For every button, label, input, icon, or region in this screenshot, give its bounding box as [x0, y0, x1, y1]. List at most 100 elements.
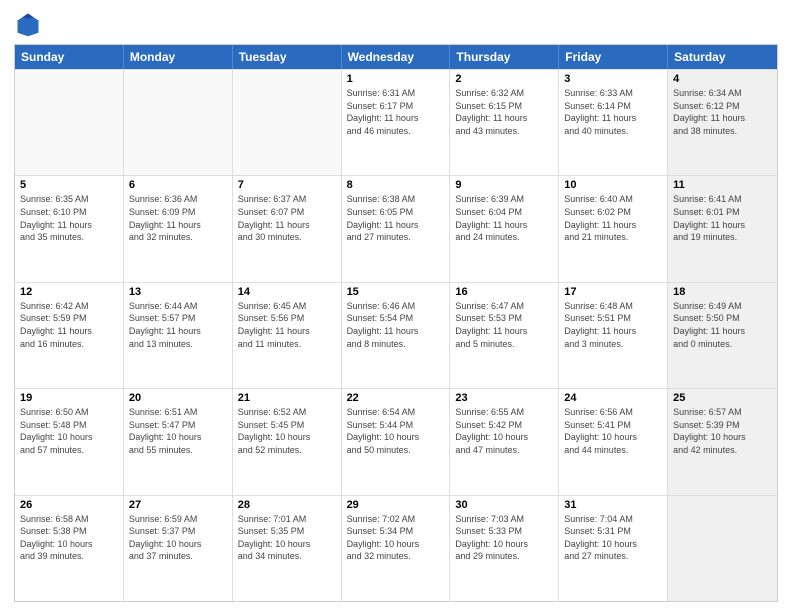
cell-line: Sunset: 5:53 PM — [455, 312, 553, 325]
cell-line: Daylight: 11 hours — [455, 112, 553, 125]
cell-line: Daylight: 10 hours — [564, 538, 662, 551]
cell-line: Sunrise: 6:56 AM — [564, 406, 662, 419]
cell-line: Daylight: 10 hours — [347, 431, 445, 444]
header-cell-thursday: Thursday — [450, 45, 559, 69]
day-number: 9 — [455, 179, 553, 191]
day-number: 1 — [347, 73, 445, 85]
cell-line: and 50 minutes. — [347, 444, 445, 457]
cell-line: Sunset: 6:09 PM — [129, 206, 227, 219]
cell-line: and 19 minutes. — [673, 231, 772, 244]
cell-line: Sunrise: 6:38 AM — [347, 193, 445, 206]
cell-line: Daylight: 11 hours — [564, 325, 662, 338]
header-cell-monday: Monday — [124, 45, 233, 69]
day-number: 27 — [129, 499, 227, 511]
cell-line: and 34 minutes. — [238, 550, 336, 563]
cell-line: Sunset: 5:42 PM — [455, 419, 553, 432]
cell-line: Daylight: 10 hours — [455, 431, 553, 444]
day-number: 20 — [129, 392, 227, 404]
day-number: 11 — [673, 179, 772, 191]
cell-line: Daylight: 10 hours — [20, 431, 118, 444]
cell-line: Daylight: 11 hours — [455, 219, 553, 232]
cell-line: Daylight: 11 hours — [129, 219, 227, 232]
cal-cell: 6Sunrise: 6:36 AMSunset: 6:09 PMDaylight… — [124, 176, 233, 281]
cell-line: Sunset: 6:14 PM — [564, 100, 662, 113]
cell-line: Sunrise: 6:59 AM — [129, 513, 227, 526]
cal-cell: 29Sunrise: 7:02 AMSunset: 5:34 PMDayligh… — [342, 496, 451, 601]
cell-line: Sunset: 5:45 PM — [238, 419, 336, 432]
cell-line: Sunrise: 6:45 AM — [238, 300, 336, 313]
header-cell-wednesday: Wednesday — [342, 45, 451, 69]
day-number: 3 — [564, 73, 662, 85]
cell-line: Sunset: 6:01 PM — [673, 206, 772, 219]
cal-cell: 22Sunrise: 6:54 AMSunset: 5:44 PMDayligh… — [342, 389, 451, 494]
day-number: 7 — [238, 179, 336, 191]
cell-line: and 13 minutes. — [129, 338, 227, 351]
cell-line: and 29 minutes. — [455, 550, 553, 563]
cell-line: Sunset: 5:51 PM — [564, 312, 662, 325]
cell-line: Sunset: 5:56 PM — [238, 312, 336, 325]
cell-line: Daylight: 11 hours — [564, 112, 662, 125]
cell-line: and 21 minutes. — [564, 231, 662, 244]
day-number: 5 — [20, 179, 118, 191]
day-number: 4 — [673, 73, 772, 85]
cell-line: Daylight: 11 hours — [347, 325, 445, 338]
week-row-2: 12Sunrise: 6:42 AMSunset: 5:59 PMDayligh… — [15, 282, 777, 388]
day-number: 12 — [20, 286, 118, 298]
cell-line: Sunset: 5:31 PM — [564, 525, 662, 538]
cell-line: Sunrise: 6:48 AM — [564, 300, 662, 313]
cal-cell: 1Sunrise: 6:31 AMSunset: 6:17 PMDaylight… — [342, 70, 451, 175]
cal-cell: 11Sunrise: 6:41 AMSunset: 6:01 PMDayligh… — [668, 176, 777, 281]
day-number: 19 — [20, 392, 118, 404]
cell-line: Daylight: 10 hours — [238, 538, 336, 551]
cal-cell — [668, 496, 777, 601]
cal-cell: 13Sunrise: 6:44 AMSunset: 5:57 PMDayligh… — [124, 283, 233, 388]
cell-line: Sunrise: 6:54 AM — [347, 406, 445, 419]
cal-cell: 5Sunrise: 6:35 AMSunset: 6:10 PMDaylight… — [15, 176, 124, 281]
cell-line: Sunrise: 6:35 AM — [20, 193, 118, 206]
day-number: 23 — [455, 392, 553, 404]
cell-line: Sunset: 6:04 PM — [455, 206, 553, 219]
cal-cell: 8Sunrise: 6:38 AMSunset: 6:05 PMDaylight… — [342, 176, 451, 281]
cal-cell: 9Sunrise: 6:39 AMSunset: 6:04 PMDaylight… — [450, 176, 559, 281]
cell-line: and 37 minutes. — [129, 550, 227, 563]
cell-line: Sunset: 5:54 PM — [347, 312, 445, 325]
cal-cell: 23Sunrise: 6:55 AMSunset: 5:42 PMDayligh… — [450, 389, 559, 494]
cal-cell: 28Sunrise: 7:01 AMSunset: 5:35 PMDayligh… — [233, 496, 342, 601]
cell-line: Sunset: 5:35 PM — [238, 525, 336, 538]
week-row-0: 1Sunrise: 6:31 AMSunset: 6:17 PMDaylight… — [15, 69, 777, 175]
cal-cell — [124, 70, 233, 175]
cal-cell: 25Sunrise: 6:57 AMSunset: 5:39 PMDayligh… — [668, 389, 777, 494]
day-number: 18 — [673, 286, 772, 298]
cell-line: and 42 minutes. — [673, 444, 772, 457]
cell-line: and 8 minutes. — [347, 338, 445, 351]
cell-line: and 32 minutes. — [347, 550, 445, 563]
cell-line: Sunrise: 6:46 AM — [347, 300, 445, 313]
day-number: 24 — [564, 392, 662, 404]
cal-cell: 4Sunrise: 6:34 AMSunset: 6:12 PMDaylight… — [668, 70, 777, 175]
day-number: 26 — [20, 499, 118, 511]
cell-line: and 43 minutes. — [455, 125, 553, 138]
cell-line: Sunrise: 6:40 AM — [564, 193, 662, 206]
cell-line: and 27 minutes. — [564, 550, 662, 563]
cal-cell: 21Sunrise: 6:52 AMSunset: 5:45 PMDayligh… — [233, 389, 342, 494]
cell-line: Daylight: 10 hours — [129, 538, 227, 551]
cell-line: and 5 minutes. — [455, 338, 553, 351]
cell-line: and 52 minutes. — [238, 444, 336, 457]
cell-line: Daylight: 10 hours — [238, 431, 336, 444]
cell-line: Sunrise: 6:31 AM — [347, 87, 445, 100]
cell-line: and 30 minutes. — [238, 231, 336, 244]
header-cell-sunday: Sunday — [15, 45, 124, 69]
week-row-3: 19Sunrise: 6:50 AMSunset: 5:48 PMDayligh… — [15, 388, 777, 494]
cell-line: Sunrise: 6:44 AM — [129, 300, 227, 313]
logo-icon — [14, 10, 42, 38]
cell-line: Daylight: 10 hours — [564, 431, 662, 444]
cell-line: and 27 minutes. — [347, 231, 445, 244]
header-cell-saturday: Saturday — [668, 45, 777, 69]
week-row-1: 5Sunrise: 6:35 AMSunset: 6:10 PMDaylight… — [15, 175, 777, 281]
cell-line: Sunset: 5:44 PM — [347, 419, 445, 432]
cell-line: Sunrise: 7:01 AM — [238, 513, 336, 526]
cell-line: Sunset: 5:39 PM — [673, 419, 772, 432]
cell-line: Sunrise: 7:03 AM — [455, 513, 553, 526]
cell-line: Sunrise: 6:52 AM — [238, 406, 336, 419]
cell-line: Daylight: 11 hours — [673, 325, 772, 338]
